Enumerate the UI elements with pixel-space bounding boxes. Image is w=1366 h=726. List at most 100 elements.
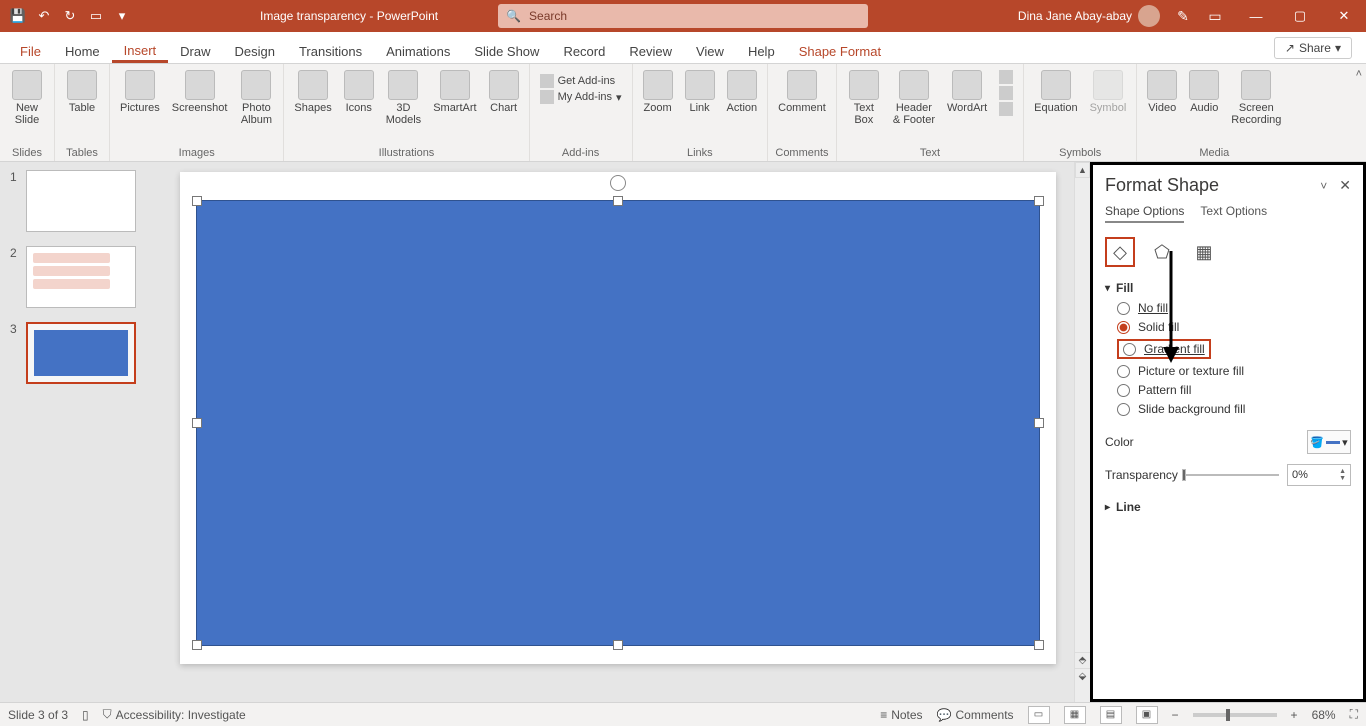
coming-soon-icon[interactable]: ✎ — [1168, 2, 1198, 30]
tab-help[interactable]: Help — [736, 38, 787, 63]
slide-thumb-3[interactable] — [26, 322, 136, 384]
pictures-button[interactable]: Pictures — [116, 68, 164, 116]
gradient-fill-radio[interactable]: Gradient fill — [1117, 339, 1211, 359]
line-section-header[interactable]: ▸ Line — [1105, 500, 1351, 514]
tab-insert[interactable]: Insert — [112, 37, 169, 63]
tab-design[interactable]: Design — [223, 38, 287, 63]
zoom-in-button[interactable]: + — [1291, 708, 1298, 722]
tab-draw[interactable]: Draw — [168, 38, 222, 63]
text-box-button[interactable]: Text Box — [843, 68, 885, 128]
smartart-button[interactable]: SmartArt — [429, 68, 480, 116]
size-properties-icon[interactable]: ▦ — [1189, 237, 1219, 267]
transparency-spinner[interactable]: 0% ▲▼ — [1287, 464, 1351, 486]
tab-shape-format[interactable]: Shape Format — [787, 38, 893, 63]
redo-icon[interactable]: ↻ — [60, 6, 80, 26]
spin-up-icon[interactable]: ▲ — [1339, 468, 1346, 475]
close-button[interactable]: ✕ — [1322, 0, 1366, 32]
effects-icon[interactable]: ⬠ — [1147, 237, 1177, 267]
collapse-ribbon-icon[interactable]: ˄ — [1356, 68, 1362, 80]
slide-thumb-2[interactable] — [26, 246, 136, 308]
fit-to-window-button[interactable]: ⛶ — [1350, 707, 1358, 722]
resize-handle[interactable] — [1034, 640, 1044, 650]
object-button[interactable] — [999, 102, 1013, 116]
tab-transitions[interactable]: Transitions — [287, 38, 374, 63]
slide-bg-fill-radio[interactable]: Slide background fill — [1117, 402, 1351, 416]
zoom-slider[interactable] — [1193, 713, 1277, 717]
resize-handle[interactable] — [613, 640, 623, 650]
vertical-scrollbar[interactable]: ▲ ⬘ ⬙ — [1074, 162, 1090, 702]
undo-icon[interactable]: ↶ — [34, 6, 54, 26]
sorter-view-button[interactable]: ▦ — [1064, 706, 1086, 724]
share-button[interactable]: ↗ Share ▾ — [1274, 37, 1352, 59]
solid-fill-radio[interactable]: Solid fill — [1117, 320, 1351, 334]
date-time-button[interactable] — [999, 70, 1013, 84]
accessibility-button[interactable]: ⛉ Accessibility: Investigate — [103, 707, 246, 722]
resize-handle[interactable] — [613, 196, 623, 206]
chart-button[interactable]: Chart — [485, 68, 523, 116]
resize-handle[interactable] — [192, 196, 202, 206]
resize-handle[interactable] — [1034, 418, 1044, 428]
pane-options-icon[interactable]: ˅ — [1320, 179, 1327, 193]
table-button[interactable]: Table — [61, 68, 103, 116]
comments-button[interactable]: 💬Comments — [937, 708, 1014, 722]
tab-file[interactable]: File — [8, 38, 53, 63]
text-options-tab[interactable]: Text Options — [1200, 204, 1267, 223]
ribbon-mode-icon[interactable]: ▭ — [1200, 2, 1230, 30]
slide-number-button[interactable] — [999, 86, 1013, 100]
minimize-button[interactable]: — — [1234, 0, 1278, 32]
scroll-up-icon[interactable]: ▲ — [1075, 162, 1090, 178]
save-icon[interactable]: 💾 — [8, 6, 28, 26]
color-picker-button[interactable]: 🪣▾ — [1307, 430, 1351, 454]
tab-view[interactable]: View — [684, 38, 736, 63]
fill-line-icon[interactable]: ◇ — [1105, 237, 1135, 267]
resize-handle[interactable] — [1034, 196, 1044, 206]
comment-button[interactable]: Comment — [774, 68, 830, 116]
tab-animations[interactable]: Animations — [374, 38, 462, 63]
resize-handle[interactable] — [192, 640, 202, 650]
rectangle-shape[interactable] — [196, 200, 1040, 646]
icons-button[interactable]: Icons — [340, 68, 378, 116]
fill-section-header[interactable]: ▾ Fill — [1105, 281, 1351, 295]
my-addins-button[interactable]: My Add-ins ▾ — [540, 90, 622, 104]
rotate-handle[interactable] — [610, 175, 626, 191]
audio-button[interactable]: Audio — [1185, 68, 1223, 116]
screen-recording-button[interactable]: Screen Recording — [1227, 68, 1285, 128]
notes-button[interactable]: ≡Notes — [880, 708, 922, 722]
normal-view-button[interactable]: ▭ — [1028, 706, 1050, 724]
header-footer-button[interactable]: Header & Footer — [889, 68, 939, 128]
wordart-button[interactable]: WordArt — [943, 68, 991, 116]
language-icon[interactable]: ▯ — [82, 708, 89, 722]
video-button[interactable]: Video — [1143, 68, 1181, 116]
spin-down-icon[interactable]: ▼ — [1339, 475, 1346, 482]
symbol-button[interactable]: Symbol — [1086, 68, 1131, 116]
3d-models-button[interactable]: 3D Models — [382, 68, 425, 128]
picture-fill-radio[interactable]: Picture or texture fill — [1117, 364, 1351, 378]
tab-home[interactable]: Home — [53, 38, 112, 63]
maximize-button[interactable]: ▢ — [1278, 0, 1322, 32]
pattern-fill-radio[interactable]: Pattern fill — [1117, 383, 1351, 397]
link-button[interactable]: Link — [681, 68, 719, 116]
get-addins-button[interactable]: Get Add-ins — [540, 74, 622, 88]
screenshot-button[interactable]: Screenshot — [168, 68, 232, 116]
prev-slide-icon[interactable]: ⬘ — [1075, 652, 1090, 668]
tab-record[interactable]: Record — [551, 38, 617, 63]
search-box[interactable]: 🔍 Search — [498, 4, 868, 28]
slide-counter[interactable]: Slide 3 of 3 — [8, 708, 68, 722]
action-button[interactable]: Action — [723, 68, 762, 116]
new-slide-button[interactable]: New Slide — [6, 68, 48, 128]
present-icon[interactable]: ▭ — [86, 6, 106, 26]
shapes-button[interactable]: Shapes — [290, 68, 335, 116]
zoom-out-button[interactable]: − — [1172, 708, 1179, 722]
tab-review[interactable]: Review — [617, 38, 684, 63]
transparency-slider[interactable] — [1186, 474, 1279, 476]
reading-view-button[interactable]: ▤ — [1100, 706, 1122, 724]
slide-thumb-1[interactable] — [26, 170, 136, 232]
close-pane-icon[interactable]: ✕ — [1339, 177, 1351, 194]
slideshow-view-button[interactable]: ▣ — [1136, 706, 1158, 724]
equation-button[interactable]: Equation — [1030, 68, 1081, 116]
slide[interactable] — [180, 172, 1056, 664]
photo-album-button[interactable]: Photo Album — [235, 68, 277, 128]
zoom-button[interactable]: Zoom — [639, 68, 677, 116]
user-account[interactable]: Dina Jane Abay-abay — [1018, 5, 1160, 27]
next-slide-icon[interactable]: ⬙ — [1075, 668, 1090, 684]
